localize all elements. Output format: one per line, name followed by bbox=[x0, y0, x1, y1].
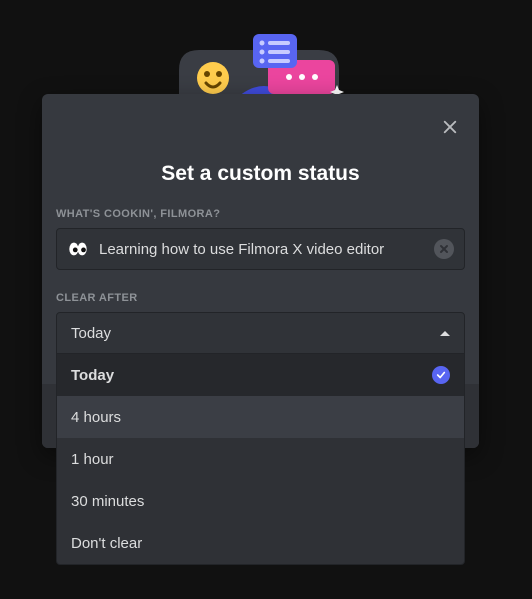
option-label: Today bbox=[71, 367, 114, 384]
eyes-emoji-icon bbox=[67, 238, 89, 260]
custom-status-modal: Set a custom status WHAT'S COOKIN', FILM… bbox=[42, 94, 479, 448]
option-label: 30 minutes bbox=[71, 493, 144, 510]
clear-after-dropdown: Today 4 hours 1 hour 30 minutes Don't cl… bbox=[56, 354, 465, 565]
option-4-hours[interactable]: 4 hours bbox=[57, 396, 464, 438]
status-text-input[interactable] bbox=[99, 241, 424, 258]
emoji-picker-button[interactable] bbox=[67, 238, 89, 260]
clear-status-button[interactable] bbox=[434, 239, 454, 259]
clear-after-label: CLEAR AFTER bbox=[56, 292, 465, 304]
close-button[interactable] bbox=[435, 112, 465, 142]
close-icon bbox=[441, 118, 459, 136]
option-dont-clear[interactable]: Don't clear bbox=[57, 522, 464, 564]
clear-after-select: Today Today 4 hours 1 hour 30 minutes bbox=[56, 312, 465, 354]
status-field-label: WHAT'S COOKIN', FILMORA? bbox=[56, 208, 465, 220]
option-label: Don't clear bbox=[71, 535, 142, 552]
option-today[interactable]: Today bbox=[57, 354, 464, 396]
option-30-minutes[interactable]: 30 minutes bbox=[57, 480, 464, 522]
chevron-up-icon bbox=[440, 331, 450, 336]
select-value: Today bbox=[71, 325, 111, 342]
status-input-container bbox=[56, 228, 465, 270]
selected-check-icon bbox=[432, 366, 450, 384]
clear-x-icon bbox=[439, 244, 449, 254]
clear-after-select-button[interactable]: Today bbox=[56, 312, 465, 354]
option-label: 1 hour bbox=[71, 451, 114, 468]
option-1-hour[interactable]: 1 hour bbox=[57, 438, 464, 480]
modal-title: Set a custom status bbox=[42, 162, 479, 186]
option-label: 4 hours bbox=[71, 409, 121, 426]
